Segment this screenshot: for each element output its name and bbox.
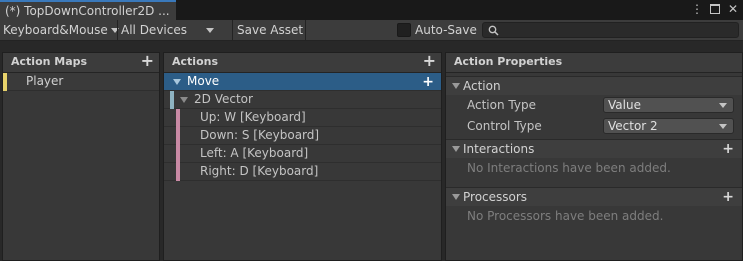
binding-item[interactable]: Down: S [Keyboard] — [164, 127, 441, 145]
window-controls: ⋮ ✕ — [691, 2, 739, 17]
binding-item[interactable]: Left: A [Keyboard] — [164, 145, 441, 163]
properties-title: Action Properties — [454, 55, 563, 68]
actions-title: Actions — [172, 55, 218, 68]
close-icon[interactable]: ✕ — [727, 2, 739, 17]
processors-section-title: Processors — [463, 190, 528, 204]
action-maps-title: Action Maps — [11, 55, 88, 68]
collapse-triangle-icon[interactable] — [452, 146, 460, 152]
actions-panel: Actions + Move + 2D Vector Up: W [Keyboa… — [163, 52, 442, 261]
action-section-title: Action — [463, 79, 501, 93]
binding-label: Down: S [Keyboard] — [200, 128, 320, 142]
control-scheme-label: Keyboard&Mouse — [3, 23, 108, 37]
action-map-label: Player — [26, 74, 64, 88]
toolbar-divider — [232, 20, 233, 41]
expand-triangle-icon[interactable] — [180, 97, 188, 103]
search-input[interactable] — [482, 22, 739, 38]
action-type-row: Action Type Value — [446, 95, 742, 116]
search-icon — [488, 25, 499, 36]
chevron-down-icon — [719, 103, 727, 108]
action-map-item[interactable]: Player — [3, 73, 159, 91]
add-interaction-icon[interactable]: + — [722, 141, 734, 157]
more-vert-icon[interactable]: ⋮ — [691, 2, 703, 17]
collapse-triangle-icon[interactable] — [452, 83, 460, 89]
control-type-dropdown[interactable]: Vector 2 — [603, 118, 734, 134]
collapse-triangle-icon[interactable] — [452, 194, 460, 200]
action-maps-panel: Action Maps + Player — [2, 52, 160, 261]
binding-marker — [176, 145, 180, 163]
action-type-value: Value — [608, 98, 641, 112]
add-action-map-icon[interactable]: + — [141, 53, 154, 69]
interactions-section-title: Interactions — [463, 142, 535, 156]
processors-empty-message: No Processors have been added. — [467, 209, 664, 223]
control-type-label: Control Type — [467, 119, 542, 133]
action-item-move[interactable]: Move + — [164, 73, 441, 91]
action-map-marker — [3, 73, 7, 91]
control-type-row: Control Type Vector 2 — [446, 116, 742, 137]
action-label: Move — [187, 74, 220, 88]
processors-section-header[interactable]: Processors + — [446, 187, 742, 206]
composite-label: 2D Vector — [194, 92, 253, 106]
add-processor-icon[interactable]: + — [722, 189, 734, 205]
binding-label: Up: W [Keyboard] — [200, 110, 306, 124]
editor-tab[interactable]: (*) TopDownController2D ... — [0, 0, 176, 20]
save-asset-button[interactable]: Save Asset — [237, 20, 303, 41]
maximize-icon[interactable] — [709, 2, 721, 17]
action-section-header[interactable]: Action — [446, 76, 742, 95]
expand-triangle-icon[interactable] — [173, 79, 181, 85]
binding-marker — [176, 109, 180, 127]
actions-header: Actions + — [164, 53, 441, 73]
action-maps-header: Action Maps + — [3, 53, 159, 73]
devices-label: All Devices — [121, 23, 187, 37]
binding-marker — [176, 163, 180, 181]
chevron-down-icon — [719, 124, 727, 129]
composite-marker — [170, 91, 174, 109]
binding-item[interactable]: Up: W [Keyboard] — [164, 109, 441, 127]
binding-marker — [176, 127, 180, 145]
interactions-empty-row: No Interactions have been added. — [446, 158, 742, 179]
devices-dropdown[interactable]: All Devices — [121, 20, 214, 41]
save-asset-label: Save Asset — [237, 23, 304, 37]
properties-header: Action Properties — [446, 53, 742, 73]
auto-save-checkbox[interactable] — [397, 23, 411, 37]
toolbar-divider — [305, 20, 306, 41]
binding-item[interactable]: Right: D [Keyboard] — [164, 163, 441, 181]
chevron-down-icon — [205, 28, 214, 33]
action-type-dropdown[interactable]: Value — [603, 97, 734, 113]
processors-empty-row: No Processors have been added. — [446, 206, 742, 227]
auto-save-label: Auto-Save — [415, 23, 477, 37]
add-binding-icon[interactable]: + — [422, 74, 434, 90]
toolbar: Keyboard&Mouse All Devices Save Asset Au… — [0, 20, 743, 41]
action-type-label: Action Type — [467, 98, 536, 112]
toolbar-divider — [117, 20, 118, 41]
action-properties-panel: Action Properties Action Action Type Val… — [445, 52, 743, 261]
control-type-value: Vector 2 — [608, 119, 658, 133]
interactions-section-header[interactable]: Interactions + — [446, 139, 742, 158]
control-scheme-dropdown[interactable]: Keyboard&Mouse — [3, 20, 119, 41]
editor-tab-title: (*) TopDownController2D ... — [5, 4, 170, 18]
window-tab-bar: (*) TopDownController2D ... ⋮ ✕ — [0, 0, 743, 20]
add-action-icon[interactable]: + — [423, 53, 436, 69]
composite-item[interactable]: 2D Vector — [164, 91, 441, 109]
binding-label: Right: D [Keyboard] — [200, 164, 319, 178]
interactions-empty-message: No Interactions have been added. — [467, 161, 671, 175]
binding-label: Left: A [Keyboard] — [200, 146, 309, 160]
